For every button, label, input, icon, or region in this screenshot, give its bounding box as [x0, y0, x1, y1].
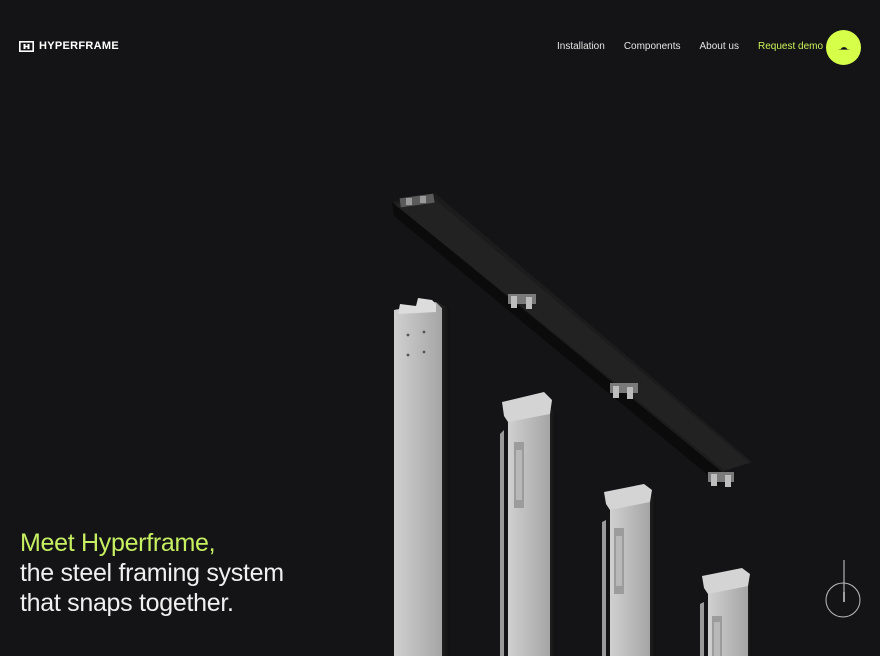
brand-name: HYPERFRAME: [39, 40, 120, 52]
main-nav: Installation Components About us Request…: [557, 41, 823, 52]
stud-2: [500, 392, 556, 656]
stud-3: [602, 484, 656, 656]
stud-4: [700, 568, 752, 656]
request-demo-link[interactable]: Request demo: [758, 41, 823, 52]
nav-components[interactable]: Components: [624, 41, 681, 52]
steel-frame-render: [392, 193, 752, 656]
request-demo-button[interactable]: [826, 30, 861, 65]
site-header: HYPERFRAME Installation Components About…: [0, 0, 880, 95]
headline-line-2: that snaps together.: [20, 589, 234, 617]
stud-1: [394, 298, 450, 656]
headline-line-1: the steel framing system: [20, 559, 284, 587]
headline-accent: Meet Hyperframe,: [20, 529, 216, 557]
nav-installation[interactable]: Installation: [557, 41, 605, 52]
hat-icon: [837, 46, 850, 50]
hyperframe-logo-icon: [19, 40, 34, 52]
scroll-down-icon[interactable]: [824, 558, 862, 620]
hero-headline: Meet Hyperframe, the steel framing syste…: [20, 528, 284, 618]
brand-logo[interactable]: HYPERFRAME: [19, 40, 119, 52]
nav-about-us[interactable]: About us: [700, 41, 739, 52]
